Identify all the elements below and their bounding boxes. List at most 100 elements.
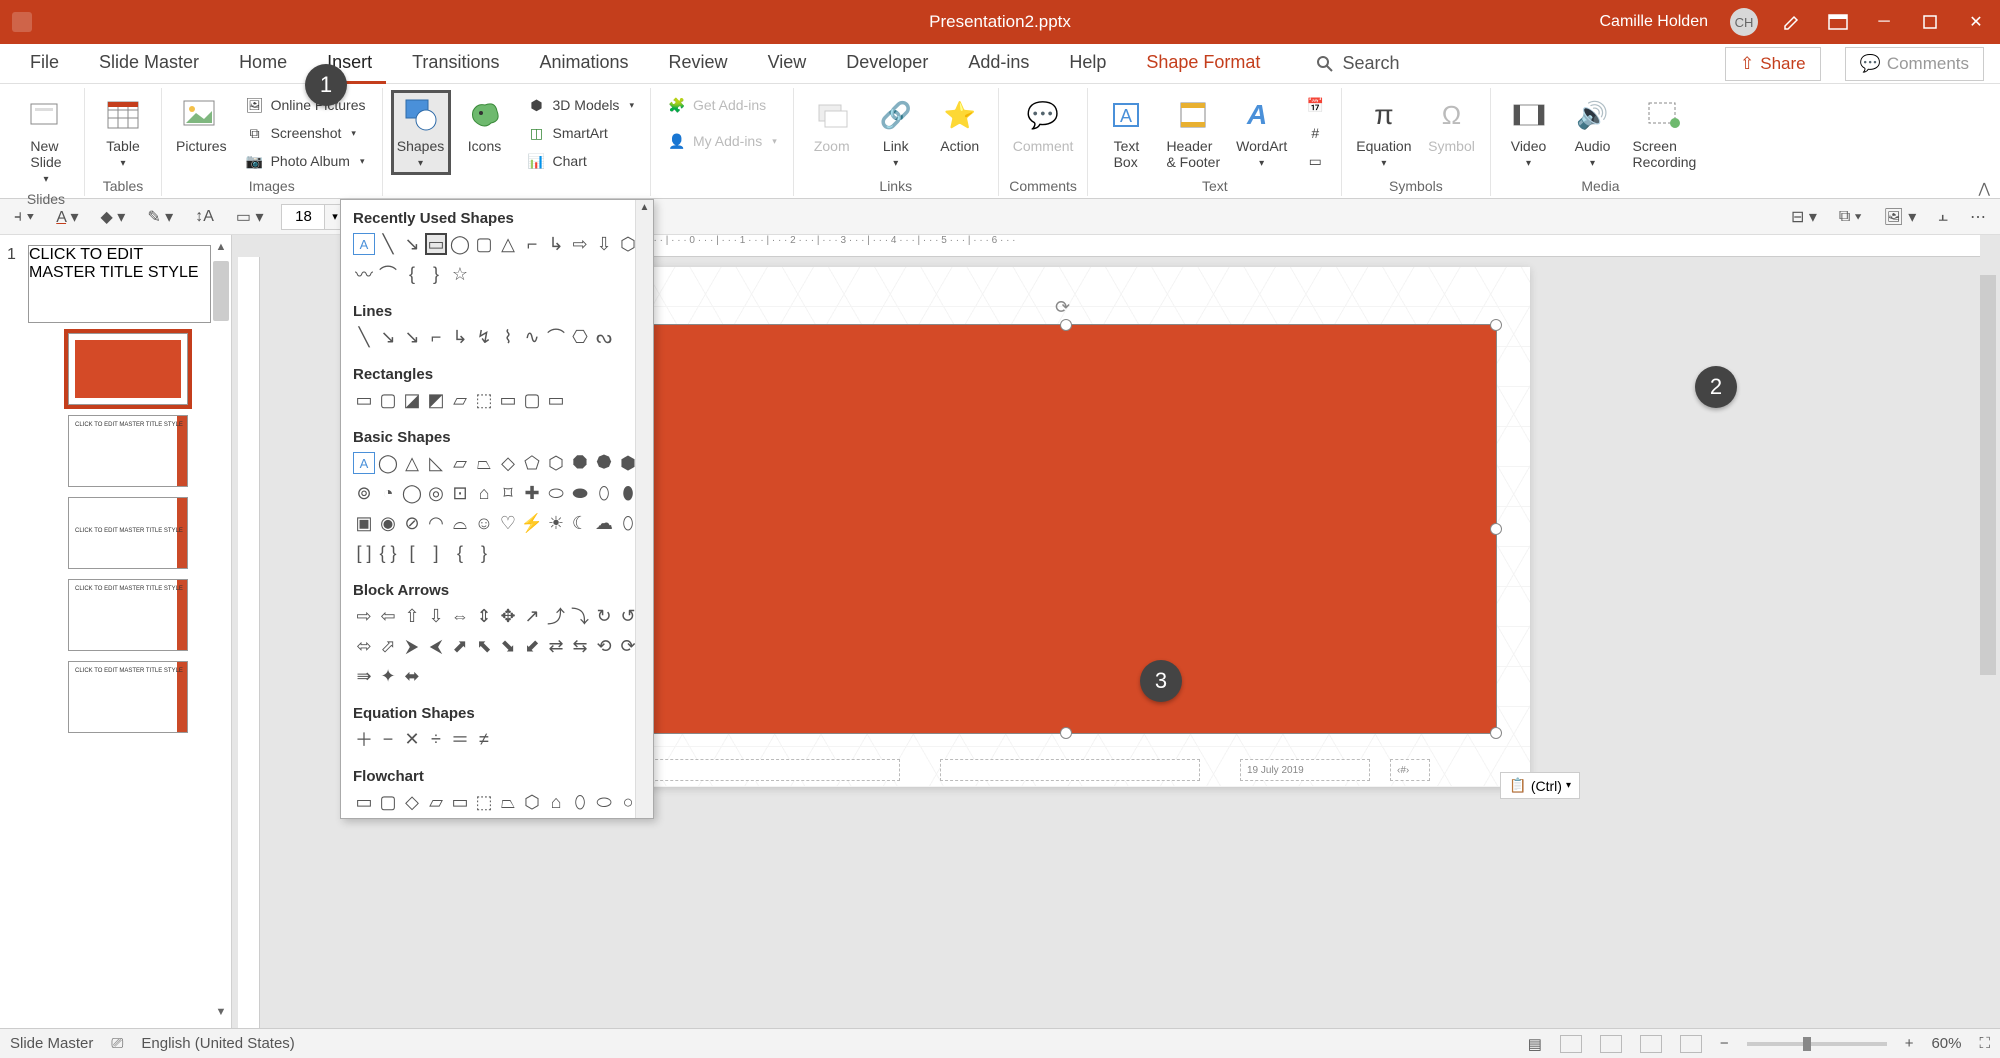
action-button[interactable]: ⭐Action xyxy=(932,92,988,158)
line-1[interactable]: ╲ xyxy=(353,326,375,348)
line-3[interactable]: ↘ xyxy=(401,326,423,348)
line-5[interactable]: ↳ xyxy=(449,326,471,348)
zoom-out-button[interactable]: − xyxy=(1720,1035,1729,1052)
fc-7[interactable]: ⏢ xyxy=(497,791,519,813)
rotate-handle[interactable]: ⟳ xyxy=(1055,297,1077,319)
fc-6[interactable]: ⬚ xyxy=(473,791,495,813)
eq-eq[interactable]: ＝ xyxy=(449,728,471,750)
group-menu[interactable]: ⧉ ▾ xyxy=(1835,206,1866,228)
header-footer-button[interactable]: Header & Footer xyxy=(1162,92,1224,174)
basic-r3-9[interactable]: ☀ xyxy=(545,512,567,534)
tab-review[interactable]: Review xyxy=(655,44,742,84)
shape-right-arrow[interactable]: ⇨ xyxy=(569,233,591,255)
tab-home[interactable]: Home xyxy=(225,44,301,84)
layout-thumbnail-3[interactable]: CLICK TO EDIT MASTER TITLE STYLE xyxy=(68,497,188,569)
ba-7[interactable]: ✥ xyxy=(497,605,519,627)
fc-3[interactable]: ◇ xyxy=(401,791,423,813)
fit-to-window-button[interactable]: ⛶ xyxy=(1979,1035,1990,1052)
collapse-ribbon-button[interactable]: ⋀ xyxy=(1979,180,1990,197)
thumbnail-scrollbar[interactable]: ▲ ▼ xyxy=(211,241,229,1022)
shape-textbox[interactable]: A xyxy=(353,233,375,255)
basic-r3-11[interactable]: ☁ xyxy=(593,512,615,534)
selection-handle-bm[interactable] xyxy=(1060,727,1072,739)
basic-r2-7[interactable]: ⌑ xyxy=(497,482,519,504)
tab-developer[interactable]: Developer xyxy=(832,44,942,84)
object-button[interactable]: ▭ xyxy=(1299,148,1331,174)
basic-r3-3[interactable]: ⊘ xyxy=(401,512,423,534)
chart-button[interactable]: 📊Chart xyxy=(521,148,640,174)
rect-4[interactable]: ◩ xyxy=(425,389,447,411)
my-addins-button[interactable]: 👤My Add-ins▾ xyxy=(661,128,783,154)
shape-curve[interactable]: ⌒ xyxy=(377,263,399,285)
view-sorter-button[interactable] xyxy=(1600,1035,1622,1053)
new-slide-button[interactable]: New Slide▾ xyxy=(18,92,74,189)
basic-r2-2[interactable]: ◔ xyxy=(377,482,399,504)
rect-9[interactable]: ▭ xyxy=(545,389,567,411)
ba-r2-10[interactable]: ⇆ xyxy=(569,635,591,657)
ba-9[interactable]: ⤴ xyxy=(545,605,567,627)
font-size-field[interactable] xyxy=(282,205,324,229)
overflow-menu[interactable]: ⋯ xyxy=(1966,205,1990,229)
search-box[interactable]: Search xyxy=(1316,53,1399,74)
basic-r4-4[interactable]: ] xyxy=(425,542,447,564)
ba-r2-9[interactable]: ⇄ xyxy=(545,635,567,657)
basic-r2-4[interactable]: ◎ xyxy=(425,482,447,504)
ba-2[interactable]: ⇦ xyxy=(377,605,399,627)
fc-11[interactable]: ⬭ xyxy=(593,791,615,813)
video-button[interactable]: Video▾ xyxy=(1501,92,1557,173)
rect-8[interactable]: ▢ xyxy=(521,389,543,411)
date-time-button[interactable]: 📅 xyxy=(1299,92,1331,118)
symbol-button[interactable]: ΩSymbol xyxy=(1424,92,1480,158)
tab-file[interactable]: File xyxy=(16,44,73,84)
footer-placeholder-center[interactable] xyxy=(940,759,1200,781)
shape-connector-elbow[interactable]: ⌐ xyxy=(521,233,543,255)
ba-r2-2[interactable]: ⬀ xyxy=(377,635,399,657)
basic-oval[interactable]: ◯ xyxy=(377,452,399,474)
minimize-button[interactable]: ─ xyxy=(1872,13,1896,31)
ba-r2-7[interactable]: ⬊ xyxy=(497,635,519,657)
rect-2[interactable]: ▢ xyxy=(377,389,399,411)
selection-handle-mr[interactable] xyxy=(1490,523,1502,535)
shape-outline-menu[interactable]: ✎ ▾ xyxy=(143,205,177,229)
share-button[interactable]: ⇧ Share xyxy=(1725,47,1821,81)
ribbon-display-icon[interactable] xyxy=(1826,14,1850,30)
shape-oval[interactable]: ◯ xyxy=(449,233,471,255)
canvas-scrollbar[interactable] xyxy=(1980,245,1998,1018)
eq-minus[interactable]: − xyxy=(377,728,399,750)
basic-r3-2[interactable]: ◉ xyxy=(377,512,399,534)
basic-r3-10[interactable]: ☾ xyxy=(569,512,591,534)
status-language[interactable]: English (United States) xyxy=(141,1035,294,1052)
basic-r3-8[interactable]: ⚡ xyxy=(521,512,543,534)
basic-r4-3[interactable]: [ xyxy=(401,542,423,564)
rect-7[interactable]: ▭ xyxy=(497,389,519,411)
line-10[interactable]: ⎔ xyxy=(569,326,591,348)
shapes-button[interactable]: Shapes▾ xyxy=(393,92,449,173)
view-slideshow-button[interactable] xyxy=(1680,1035,1702,1053)
paste-options-badge[interactable]: 📋(Ctrl)▾ xyxy=(1500,772,1580,799)
zoom-button[interactable]: Zoom xyxy=(804,92,860,158)
text-direction-menu[interactable]: ↕A xyxy=(191,206,218,228)
shape-down-arrow[interactable]: ⇩ xyxy=(593,233,615,255)
shape-scribble[interactable]: 〰 xyxy=(353,263,375,285)
basic-r2-11[interactable]: ⬯ xyxy=(593,482,615,504)
zoom-percent[interactable]: 60% xyxy=(1931,1035,1961,1052)
basic-r3-7[interactable]: ♡ xyxy=(497,512,519,534)
icons-button[interactable]: Icons xyxy=(457,92,513,158)
distribute-menu[interactable]: ⫠ xyxy=(1934,206,1952,228)
rect-1[interactable]: ▭ xyxy=(353,389,375,411)
shape-rectangle[interactable]: ▭ xyxy=(425,233,447,255)
user-avatar[interactable]: CH xyxy=(1730,8,1758,36)
layout-thumbnail-2[interactable]: CLICK TO EDIT MASTER TITLE STYLE xyxy=(68,415,188,487)
selection-handle-br[interactable] xyxy=(1490,727,1502,739)
basic-diamond[interactable]: ◇ xyxy=(497,452,519,474)
ba-5[interactable]: ⇔ xyxy=(449,605,471,627)
fc-4[interactable]: ▱ xyxy=(425,791,447,813)
basic-pent[interactable]: ⬠ xyxy=(521,452,543,474)
line-6[interactable]: ↯ xyxy=(473,326,495,348)
ba-r2-8[interactable]: ⬋ xyxy=(521,635,543,657)
picture-menu[interactable]: 🖼 ▾ xyxy=(1880,205,1921,229)
comment-button[interactable]: 💬Comment xyxy=(1009,92,1078,158)
selection-handle-tr[interactable] xyxy=(1490,319,1502,331)
screen-recording-button[interactable]: Screen Recording xyxy=(1629,92,1701,174)
align-objects-menu[interactable]: ⊟ ▾ xyxy=(1787,205,1821,229)
